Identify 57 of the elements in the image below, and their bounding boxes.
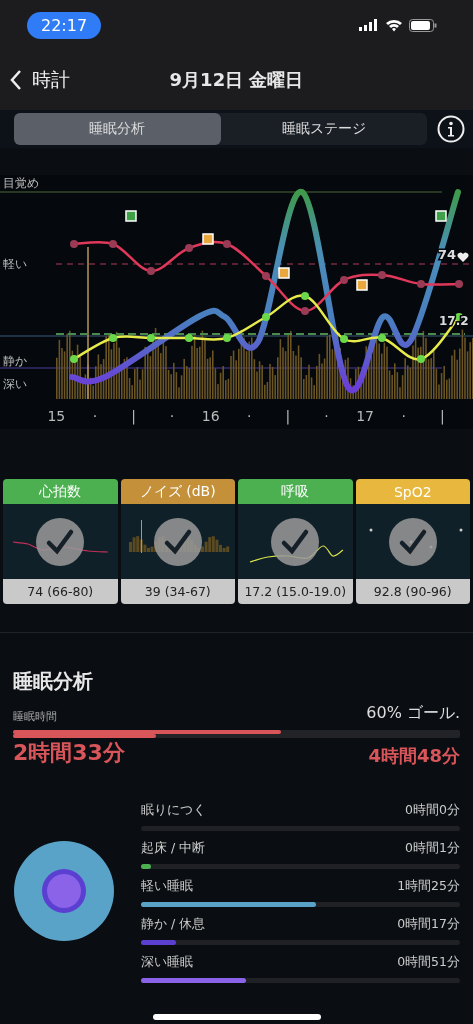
check-circle-icon[interactable] — [388, 517, 437, 566]
axis-label: · — [246, 408, 253, 424]
stage-name: 起床 / 中断 — [141, 840, 206, 857]
axis-label: · — [323, 408, 330, 424]
heart-icon — [457, 252, 469, 262]
stage-name: 静か / 休息 — [141, 916, 206, 933]
axis-label: · — [168, 408, 176, 424]
metric-summary: 92.8 (90-96) — [355, 579, 470, 604]
stage-duration: 0時間1分 — [405, 840, 460, 857]
check-circle-icon[interactable] — [153, 517, 202, 566]
axis-label: | — [284, 408, 292, 424]
axis-label: 15 — [46, 408, 67, 424]
sleep-time-label: 睡眠時間 — [13, 709, 57, 724]
metric-card[interactable]: SpO2 92.8 (90-96) — [355, 479, 470, 604]
metric-card[interactable]: 呼吸 17.2 (15.0-19.0) — [238, 479, 353, 604]
status-time: 22:17 — [27, 11, 102, 39]
stage-name: 軽い睡眠 — [141, 878, 193, 895]
stage-duration: 1時間25分 — [397, 878, 460, 895]
stage-name: 深い睡眠 — [141, 954, 193, 971]
check-circle-icon[interactable] — [36, 517, 85, 566]
back-button[interactable]: 時計 — [10, 67, 70, 93]
goal-percent: 60% ゴール. — [366, 703, 460, 724]
stage-label: 静か — [3, 354, 27, 368]
card-header: ノイズ (dB) — [120, 479, 235, 504]
axis-label: · — [91, 408, 99, 424]
stage-duration: 0時間17分 — [397, 916, 460, 933]
axis-label: · — [400, 408, 407, 424]
card-header: SpO2 — [355, 479, 470, 504]
axis-label: 17 — [355, 408, 375, 424]
wifi-icon — [385, 18, 403, 32]
info-icon[interactable] — [437, 115, 465, 143]
metric-card[interactable]: ノイズ (dB) 39 (34-67) — [120, 479, 235, 604]
signal-icon — [359, 19, 379, 31]
stage-label: 目覚め — [3, 176, 39, 190]
metric-summary: 39 (34-67) — [120, 579, 235, 604]
card-header: 呼吸 — [238, 479, 353, 504]
axis-label: | — [438, 408, 446, 424]
axis-label: | — [130, 408, 137, 424]
stage-duration: 0時間51分 — [397, 954, 460, 971]
stage-name: 眠りにつく — [141, 802, 206, 819]
battery-icon — [409, 18, 437, 32]
stage-label: 軽い — [3, 257, 27, 271]
stage-label: 深い — [3, 377, 27, 391]
goal-duration: 4時間48分 — [368, 744, 460, 768]
chevron-left-icon — [10, 69, 22, 91]
metric-summary: 17.2 (15.0-19.0) — [238, 579, 353, 604]
tab[interactable]: 睡眠分析 — [14, 113, 221, 145]
sleep-duration: 2時間33分 — [13, 739, 125, 767]
card-header: 心拍数 — [3, 479, 118, 504]
metric-card[interactable]: 心拍数 74 (66-80) — [3, 479, 118, 604]
axis-label: 16 — [200, 408, 221, 424]
tab[interactable]: 睡眠ステージ — [220, 113, 427, 145]
metric-summary: 74 (66-80) — [3, 579, 118, 604]
page-title: 9月12日 金曜日 — [169, 68, 304, 92]
stage-duration: 0時間0分 — [405, 802, 460, 819]
check-circle-icon[interactable] — [271, 517, 320, 566]
section-title: 睡眠分析 — [13, 668, 94, 695]
